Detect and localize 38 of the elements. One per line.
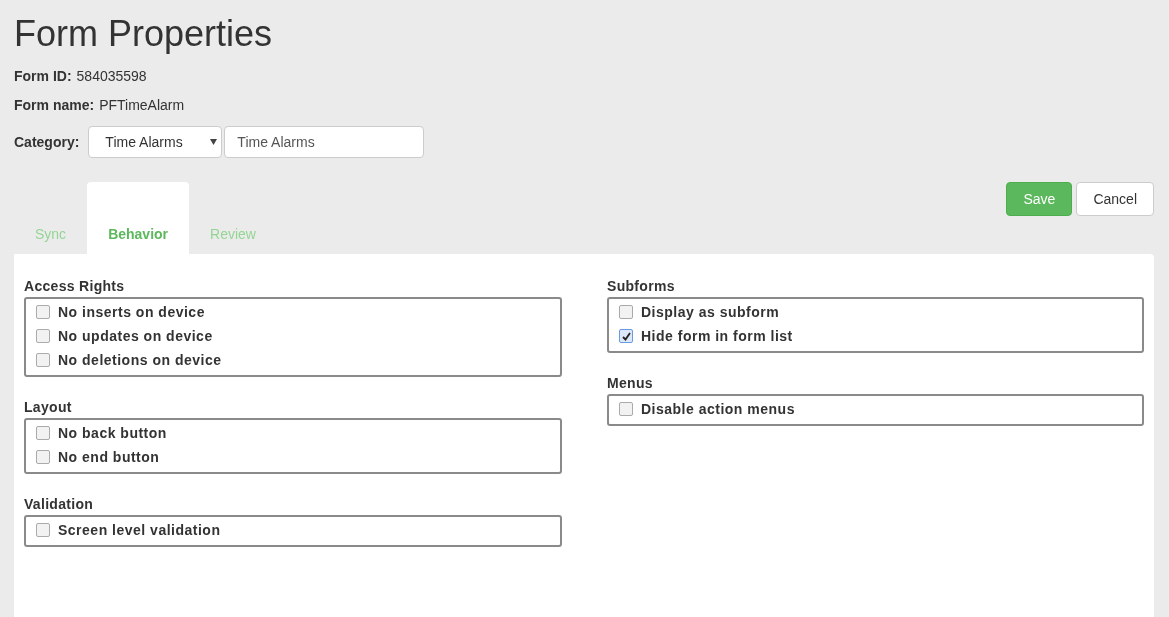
option-label: No inserts on device [58, 304, 205, 320]
category-label: Category: [14, 134, 80, 150]
field-value: 584035598 [76, 68, 147, 84]
checkbox[interactable] [619, 329, 633, 343]
option-label: No deletions on device [58, 352, 222, 368]
group-title: Layout [24, 399, 73, 415]
category-input[interactable]: Time Alarms [224, 126, 425, 158]
save-button[interactable]: Save [1006, 182, 1073, 216]
tab[interactable]: Sync [14, 182, 88, 254]
checkbox[interactable] [36, 450, 50, 464]
option-label: Hide form in form list [641, 328, 793, 344]
option-label: Disable action menus [641, 401, 795, 417]
field-label: Form ID: [14, 68, 72, 84]
checkbox[interactable] [36, 426, 50, 440]
cancel-button[interactable]: Cancel [1076, 182, 1154, 216]
page-title: Form Properties [14, 12, 274, 56]
option-label: Screen level validation [58, 522, 221, 538]
field-value: PFTimeAlarm [99, 97, 185, 113]
group-title: Subforms [607, 278, 676, 294]
option-label: No end button [58, 449, 160, 465]
group-title: Menus [607, 375, 654, 391]
checkbox[interactable] [36, 523, 50, 537]
caret-icon [210, 139, 218, 145]
option-label: No updates on device [58, 328, 213, 344]
group-title: Validation [24, 496, 95, 512]
checkbox[interactable] [619, 402, 633, 416]
tab[interactable]: Review [189, 182, 277, 254]
option-label: No back button [58, 425, 167, 441]
tab[interactable]: Behavior [87, 182, 190, 254]
group-title: Access Rights [24, 278, 126, 294]
option-label: Display as subform [641, 304, 780, 320]
category-select[interactable]: Time Alarms [88, 126, 223, 158]
checkbox[interactable] [36, 353, 50, 367]
check-icon [621, 331, 631, 341]
field-label: Form name: [14, 97, 95, 113]
checkbox[interactable] [36, 305, 50, 319]
checkbox[interactable] [36, 329, 50, 343]
checkbox[interactable] [619, 305, 633, 319]
